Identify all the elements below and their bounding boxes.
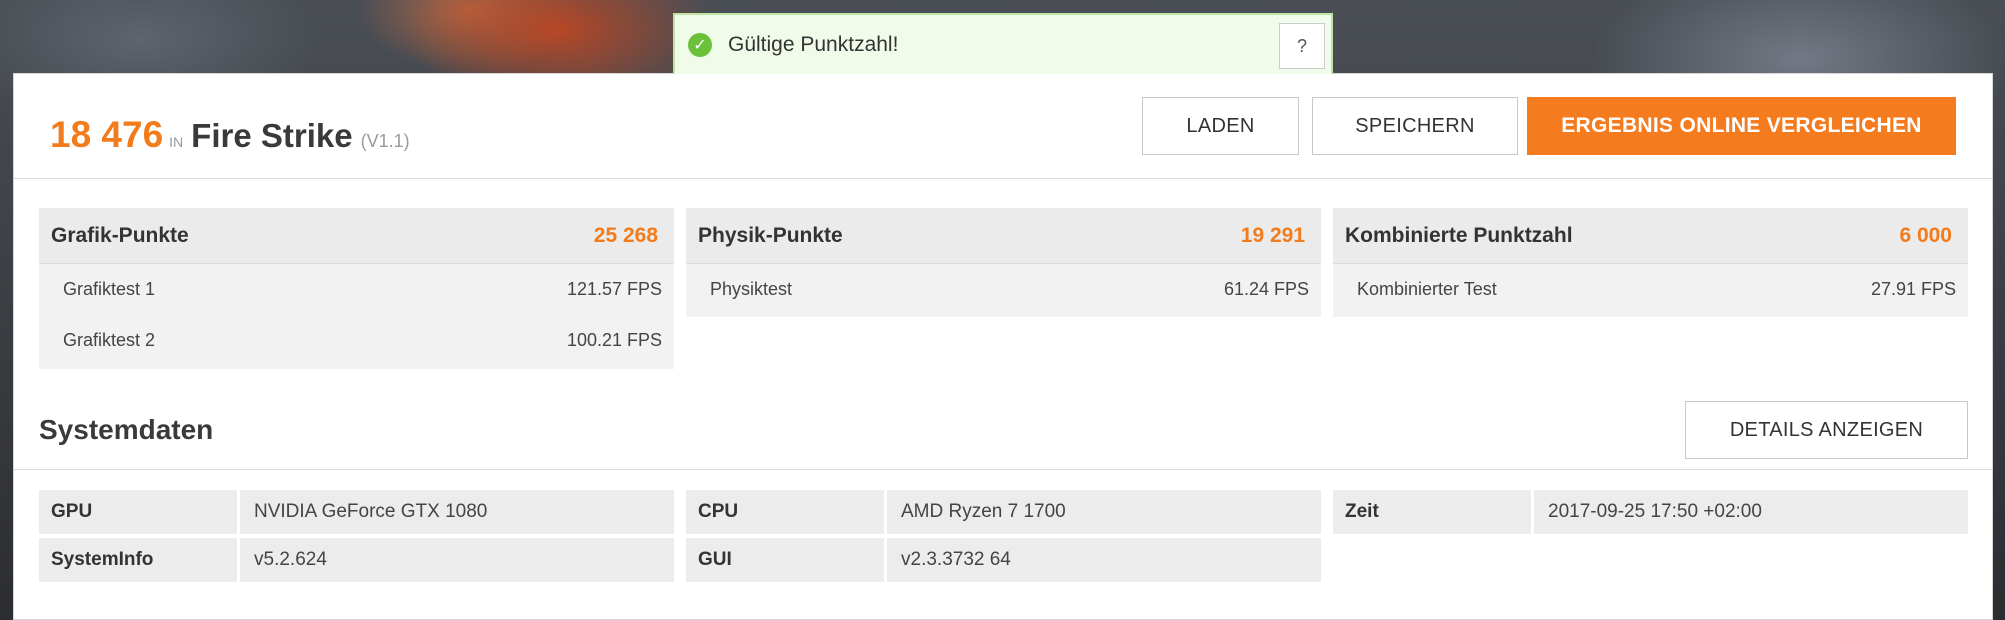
load-button[interactable]: LADEN	[1142, 97, 1299, 155]
system-info-key: Zeit	[1333, 490, 1531, 534]
system-info-value: NVIDIA GeForce GTX 1080	[240, 490, 674, 534]
physics-score-card: Physik-Punkte 19 291 Physiktest 61.24 FP…	[686, 208, 1321, 317]
subtest-row: Grafiktest 2 100.21 FPS	[39, 315, 674, 366]
in-label: IN	[169, 134, 184, 150]
graphics-score-card: Grafik-Punkte 25 268 Grafiktest 1 121.57…	[39, 208, 674, 369]
save-button[interactable]: SPEICHERN	[1312, 97, 1518, 155]
system-info-key: GPU	[39, 490, 237, 534]
system-info-key: SystemInfo	[39, 538, 237, 582]
system-info-row: GUI v2.3.3732 64	[686, 538, 1321, 582]
divider	[14, 469, 1992, 470]
valid-score-banner: ✓ Gültige Punktzahl! ?	[673, 13, 1333, 74]
card-title: Grafik-Punkte	[51, 223, 189, 247]
system-info-row: GPU NVIDIA GeForce GTX 1080	[39, 490, 674, 534]
subtest-value: 27.91 FPS	[1870, 279, 1956, 299]
result-header: 18 476 IN Fire Strike (V1.1) LADEN SPEIC…	[14, 74, 1992, 179]
system-info-value: 2017-09-25 17:50 +02:00	[1534, 490, 1968, 534]
system-info-row: SystemInfo v5.2.624	[39, 538, 674, 582]
subtest-row: Physiktest 61.24 FPS	[686, 264, 1321, 315]
system-info-value: AMD Ryzen 7 1700	[887, 490, 1321, 534]
system-info-value: v2.3.3732 64	[887, 538, 1321, 582]
card-score: 6 000	[1899, 223, 1952, 247]
combined-score-card: Kombinierte Punktzahl 6 000 Kombinierter…	[1333, 208, 1968, 317]
system-data-title: Systemdaten	[39, 414, 214, 445]
overall-score-value: 18 476	[50, 114, 164, 155]
system-info-row: CPU AMD Ryzen 7 1700	[686, 490, 1321, 534]
subtest-label: Kombinierter Test	[1357, 279, 1497, 299]
result-panel: 18 476 IN Fire Strike (V1.1) LADEN SPEIC…	[13, 73, 1993, 620]
subtest-value: 61.24 FPS	[1223, 279, 1309, 299]
check-circle-icon: ✓	[688, 32, 712, 57]
overall-score: 18 476 IN Fire Strike (V1.1)	[50, 114, 410, 156]
help-button[interactable]: ?	[1279, 23, 1325, 69]
subtest-label: Grafiktest 2	[63, 330, 156, 350]
card-header: Grafik-Punkte 25 268	[39, 208, 674, 264]
system-info-key: GUI	[686, 538, 884, 582]
subtest-value: 100.21 FPS	[566, 330, 662, 350]
card-header: Physik-Punkte 19 291	[686, 208, 1321, 264]
subtest-row: Kombinierter Test 27.91 FPS	[1333, 264, 1968, 315]
benchmark-version: (V1.1)	[360, 131, 410, 151]
card-header: Kombinierte Punktzahl 6 000	[1333, 208, 1968, 264]
card-score: 19 291	[1240, 223, 1305, 247]
card-title: Kombinierte Punktzahl	[1345, 223, 1573, 247]
valid-score-message: Gültige Punktzahl!	[728, 32, 899, 56]
benchmark-name: Fire Strike	[191, 117, 353, 154]
subtest-label: Physiktest	[710, 279, 793, 299]
system-info-value: v5.2.624	[240, 538, 674, 582]
system-info-row: Zeit 2017-09-25 17:50 +02:00	[1333, 490, 1968, 534]
compare-online-button[interactable]: ERGEBNIS ONLINE VERGLEICHEN	[1527, 97, 1956, 155]
system-info-key: CPU	[686, 490, 884, 534]
show-details-button[interactable]: DETAILS ANZEIGEN	[1685, 401, 1968, 459]
system-info-column: Zeit 2017-09-25 17:50 +02:00	[1333, 490, 1968, 538]
subtest-value: 121.57 FPS	[566, 279, 662, 299]
subtest-row: Grafiktest 1 121.57 FPS	[39, 264, 674, 315]
subtest-label: Grafiktest 1	[63, 279, 156, 299]
system-info-column: GPU NVIDIA GeForce GTX 1080 SystemInfo v…	[39, 490, 674, 586]
card-title: Physik-Punkte	[698, 223, 843, 247]
system-info-column: CPU AMD Ryzen 7 1700 GUI v2.3.3732 64	[686, 490, 1321, 586]
card-score: 25 268	[593, 223, 658, 247]
